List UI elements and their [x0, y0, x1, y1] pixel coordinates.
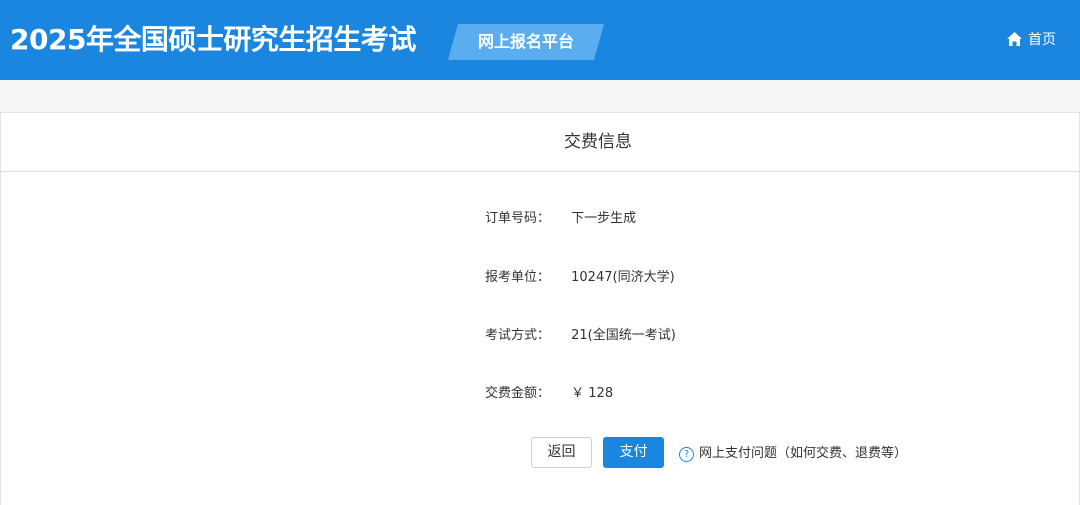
app-title: 2025年全国硕士研究生招生考试: [10, 23, 416, 56]
exam-mode-label: 考试方式：: [485, 328, 551, 343]
breadcrumb-band: [0, 80, 1080, 113]
question-circle-icon: ?: [679, 446, 694, 462]
platform-badge-label: 网上报名平台: [477, 32, 574, 51]
top-header: 2025年全国硕士研究生招生考试 网上报名平台 首页: [0, 0, 1080, 80]
order-number-label: 订单号码：: [485, 211, 551, 226]
panel-header: 交费信息: [1, 113, 1079, 172]
back-button[interactable]: 返回: [531, 437, 592, 468]
home-link-label[interactable]: 首页: [1028, 29, 1056, 49]
exam-unit-row: 报考单位： 10247(同济大学): [485, 268, 675, 288]
panel-title: 交费信息: [564, 132, 632, 152]
fee-amount-value: ￥ 128: [571, 386, 614, 401]
order-number-value: 下一步生成: [571, 211, 637, 226]
home-link[interactable]: 首页: [1006, 28, 1056, 50]
order-number-row: 订单号码： 下一步生成: [485, 209, 636, 229]
exam-unit-label: 报考单位：: [485, 270, 551, 285]
payment-help-link[interactable]: ? 网上支付问题（如何交费、退费等）: [679, 444, 907, 464]
fee-amount-label: 交费金额：: [485, 386, 551, 401]
platform-badge: 网上报名平台: [448, 24, 604, 60]
pay-button[interactable]: 支付: [603, 437, 664, 468]
payment-help-label[interactable]: 网上支付问题（如何交费、退费等）: [699, 444, 907, 464]
payment-info-panel: 交费信息 订单号码： 下一步生成 报考单位： 10247(同济大学) 考试方式：…: [0, 113, 1080, 505]
home-icon: [1007, 32, 1022, 46]
exam-unit-value: 10247(同济大学): [571, 270, 675, 285]
exam-mode-value: 21(全国统一考试): [571, 328, 676, 343]
fee-amount-row: 交费金额： ￥ 128: [485, 384, 613, 404]
exam-mode-row: 考试方式： 21(全国统一考试): [485, 326, 676, 346]
